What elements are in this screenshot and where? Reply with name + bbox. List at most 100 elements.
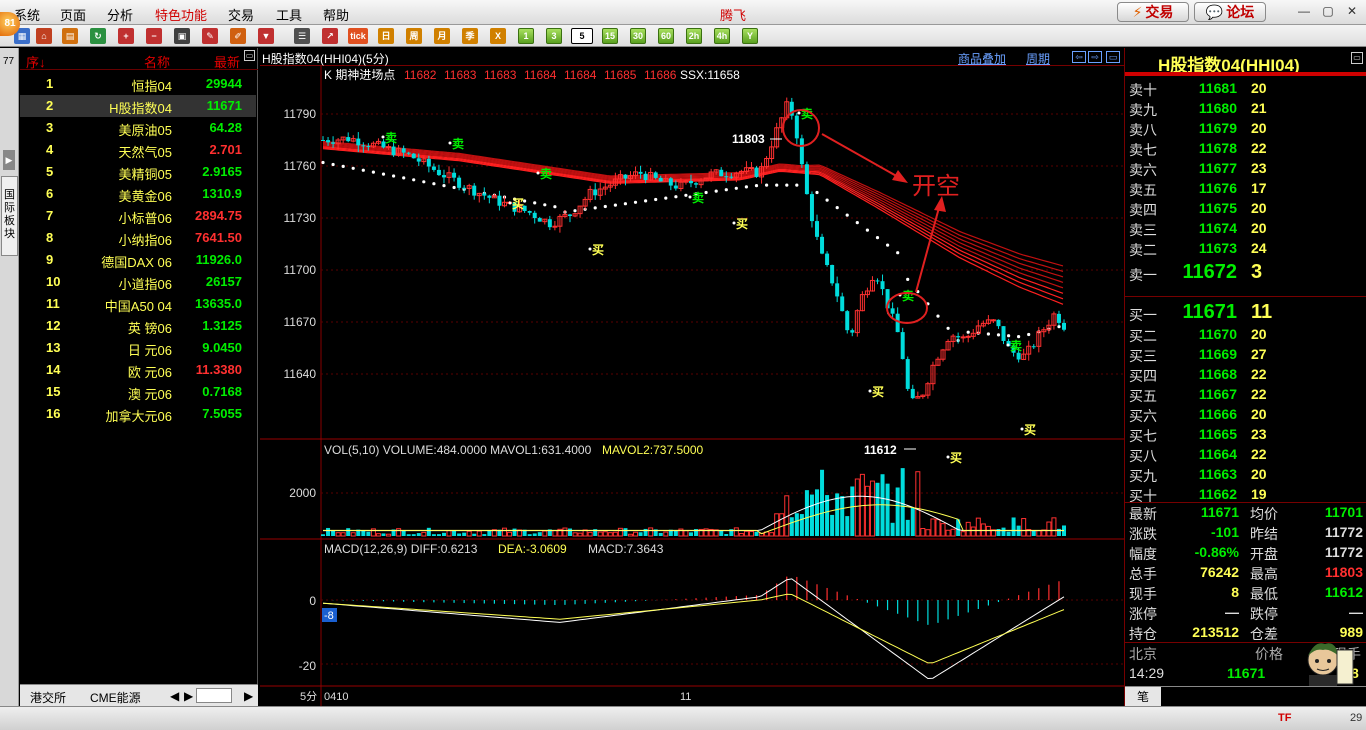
panel-max-icon[interactable]: ▭ <box>1106 51 1120 63</box>
volume-bar <box>754 531 759 536</box>
menu-help[interactable]: 帮助 <box>323 5 349 24</box>
collapse-arrow-icon[interactable]: ▶ <box>3 150 15 170</box>
intl-board-tab[interactable]: 国际板块 <box>1 176 18 256</box>
bid-row[interactable]: 买三 11669 27 <box>1125 344 1366 364</box>
period-30-button[interactable]: 30 <box>630 28 646 44</box>
quote-row[interactable]: 13 日 元06 9.0450 <box>20 337 256 359</box>
custom-period-icon[interactable]: X <box>490 28 506 44</box>
footer-tab-cme[interactable]: CME能源 <box>90 689 141 706</box>
menu-trade[interactable]: 交易 <box>228 5 254 24</box>
period-3-button[interactable]: 3 <box>546 28 562 44</box>
ask-row[interactable]: 卖九 11680 21 <box>1125 98 1366 118</box>
panel-max-icon[interactable]: ▭ <box>1351 52 1363 64</box>
minimize-icon[interactable]: — <box>1296 3 1312 19</box>
period-4h-button[interactable]: 4h <box>714 28 730 44</box>
bid-price: 11665 <box>1198 426 1237 442</box>
quote-row[interactable]: 1 恒指04 29944 <box>20 73 256 95</box>
quote-row[interactable]: 7 小标普06 2894.75 <box>20 205 256 227</box>
sar-dot <box>704 190 708 195</box>
period-link[interactable]: 周期 <box>1026 50 1050 67</box>
period-60-button[interactable]: 60 <box>658 28 674 44</box>
quote-row[interactable]: 4 天然气05 2.701 <box>20 139 256 161</box>
sar-dot <box>886 243 890 247</box>
quote-row[interactable]: 16 加拿大元06 7.5055 <box>20 403 256 425</box>
tick-icon[interactable]: tick <box>348 28 368 44</box>
home-icon[interactable]: ⌂ <box>36 28 52 44</box>
seq-header[interactable]: 序↓ <box>26 52 46 71</box>
menu-page[interactable]: 页面 <box>60 5 86 24</box>
ask-row[interactable]: 卖三 11674 20 <box>1125 218 1366 238</box>
ask-row[interactable]: 卖一 11672 3 <box>1125 261 1366 283</box>
ask-row[interactable]: 卖七 11678 22 <box>1125 138 1366 158</box>
quote-row[interactable]: 9 德国DAX 06 11926.0 <box>20 249 256 271</box>
tick-tab[interactable]: 笔 <box>1125 687 1161 707</box>
bid-row[interactable]: 买七 11665 23 <box>1125 424 1366 444</box>
quote-row[interactable]: 11 中国A50 04 13635.0 <box>20 293 256 315</box>
footer-scrollbar[interactable] <box>196 688 232 703</box>
quote-row[interactable]: 2 H股指数04 11671 <box>20 95 256 117</box>
day-icon[interactable]: 日 <box>378 28 394 44</box>
close-icon[interactable]: ✕ <box>1344 3 1360 19</box>
quote-row[interactable]: 5 美精铜05 2.9165 <box>20 161 256 183</box>
quarter-icon[interactable]: 季 <box>462 28 478 44</box>
ask-row[interactable]: 卖四 11675 20 <box>1125 198 1366 218</box>
latest-header[interactable]: 最新 <box>214 52 240 71</box>
period-5-button[interactable]: 5 <box>571 28 593 44</box>
ask-row[interactable]: 卖五 11676 17 <box>1125 178 1366 198</box>
ask-row[interactable]: 卖二 11673 24 <box>1125 238 1366 258</box>
prev-arrow-icon[interactable]: ⇦ <box>1072 51 1086 63</box>
period-15-button[interactable]: 15 <box>602 28 618 44</box>
bid-row[interactable]: 买四 11668 22 <box>1125 364 1366 384</box>
quote-row[interactable]: 8 小纳指06 7641.50 <box>20 227 256 249</box>
footer-prev-icon[interactable]: ◀ <box>170 689 179 703</box>
ask-row[interactable]: 卖六 11677 23 <box>1125 158 1366 178</box>
week-icon[interactable]: 周 <box>406 28 422 44</box>
bid-row[interactable]: 买六 11666 20 <box>1125 404 1366 424</box>
quote-row[interactable]: 14 欧 元06 11.3380 <box>20 359 256 381</box>
footer-right-icon[interactable]: ▶ <box>244 689 253 703</box>
layout-icon[interactable]: ▣ <box>174 28 190 44</box>
kline-chart[interactable]: 117901176011730117001167011640 卖卖卖卖卖卖卖买买… <box>260 66 1124 706</box>
zoom-out-icon[interactable]: − <box>146 28 162 44</box>
bid-row[interactable]: 买九 11663 20 <box>1125 464 1366 484</box>
period-2h-button[interactable]: 2h <box>686 28 702 44</box>
bid-row[interactable]: 买二 11670 20 <box>1125 324 1366 344</box>
menu-analysis[interactable]: 分析 <box>107 5 133 24</box>
quote-row[interactable]: 12 英 镑06 1.3125 <box>20 315 256 337</box>
line-chart-icon[interactable]: ↗ <box>322 28 338 44</box>
name-header[interactable]: 名称 <box>144 52 170 71</box>
period-year-button[interactable]: Y <box>742 28 758 44</box>
brush-icon[interactable]: ✐ <box>230 28 246 44</box>
forum-button[interactable]: 💬 论坛 <box>1194 2 1266 22</box>
draw-icon[interactable]: ✎ <box>202 28 218 44</box>
ask-row[interactable]: 卖十 11681 20 <box>1125 78 1366 98</box>
candle-body <box>825 253 830 265</box>
zoom-in-icon[interactable]: + <box>118 28 134 44</box>
bid-row[interactable]: 买十 11662 19 <box>1125 484 1366 504</box>
refresh-icon[interactable]: ↻ <box>90 28 106 44</box>
sar-dot <box>613 203 617 207</box>
maximize-icon[interactable]: ▢ <box>1320 3 1336 19</box>
quote-row[interactable]: 10 小道指06 26157 <box>20 271 256 293</box>
lightning-icon: ⚡ <box>1132 3 1143 20</box>
overlay-link[interactable]: 商品叠加 <box>958 50 1006 67</box>
menu-special[interactable]: 特色功能 <box>155 5 207 24</box>
bid-row[interactable]: 买五 11667 22 <box>1125 384 1366 404</box>
quote-row[interactable]: 15 澳 元06 0.7168 <box>20 381 256 403</box>
bid-row[interactable]: 买一 11671 11 <box>1125 301 1366 323</box>
trade-button[interactable]: ⚡ 交易 <box>1117 2 1189 22</box>
bid-row[interactable]: 买八 11664 22 <box>1125 444 1366 464</box>
quote-row[interactable]: 3 美原油05 64.28 <box>20 117 256 139</box>
period-1-button[interactable]: 1 <box>518 28 534 44</box>
ask-row[interactable]: 卖八 11679 20 <box>1125 118 1366 138</box>
menu-tools[interactable]: 工具 <box>276 5 302 24</box>
month-icon[interactable]: 月 <box>434 28 450 44</box>
footer-tab-hkex[interactable]: 港交所 <box>30 689 66 706</box>
next-arrow-icon[interactable]: ⇨ <box>1088 51 1102 63</box>
panel-max-icon[interactable]: ▭ <box>244 50 255 61</box>
table-icon[interactable]: ☰ <box>294 28 310 44</box>
quote-row[interactable]: 6 美黄金06 1310.9 <box>20 183 256 205</box>
filter-icon[interactable]: ▼ <box>258 28 274 44</box>
news-icon[interactable]: ▤ <box>62 28 78 44</box>
footer-next-icon[interactable]: ▶ <box>184 689 193 703</box>
